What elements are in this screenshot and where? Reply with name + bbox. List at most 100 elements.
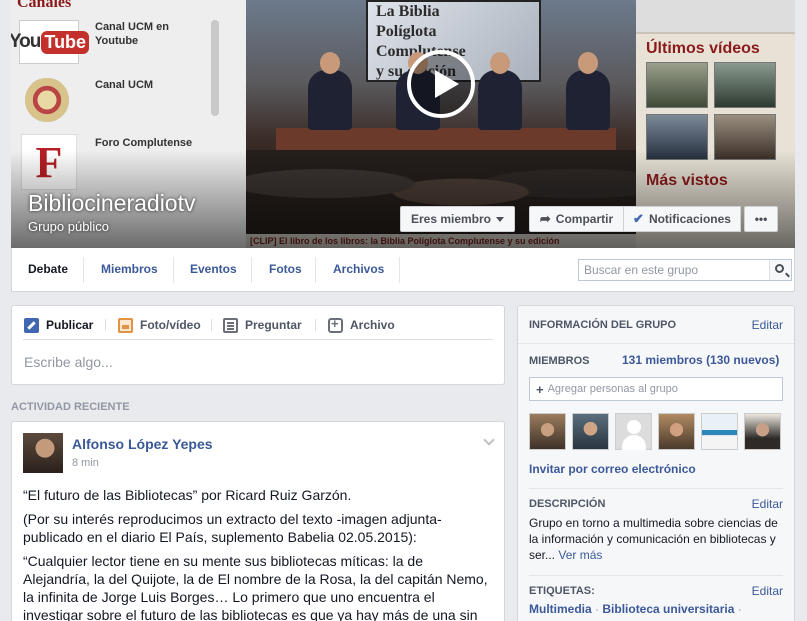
tab-divider: [83, 257, 84, 283]
video-speaker: [566, 52, 610, 130]
composer-tab-label: Archivo: [350, 318, 395, 332]
group-name[interactable]: Bibliocineradiotv: [28, 190, 195, 217]
feed-post: Alfonso López Yepes 8 min “El futuro de …: [11, 421, 505, 621]
tags-label: ETIQUETAS:: [529, 585, 595, 597]
group-privacy-label: Grupo público: [28, 219, 109, 234]
latest-videos-thumbnails: [636, 58, 795, 164]
add-people-placeholder: Agregar personas al grupo: [547, 383, 678, 395]
member-avatar[interactable]: [529, 413, 566, 450]
most-viewed-heading: Más vistos: [646, 172, 728, 189]
video-thumbnail[interactable]: [646, 62, 708, 108]
add-file-icon: [328, 316, 343, 333]
avatar[interactable]: [23, 433, 63, 473]
cover-video[interactable]: La Biblia Políglota Complutense y su edi…: [246, 0, 636, 234]
member-avatar[interactable]: [572, 413, 609, 450]
section-divider: [529, 488, 783, 489]
play-icon[interactable]: [407, 50, 475, 118]
group-search: [578, 259, 792, 281]
members-count[interactable]: 131 miembros (130 nuevos): [622, 353, 779, 367]
share-button[interactable]: ➦ Compartir: [529, 206, 624, 232]
tab-events[interactable]: Eventos: [190, 262, 237, 276]
group-cover: Canales You Tube Canal UCM en Youtube Can…: [11, 0, 795, 248]
share-icon: ➦: [539, 211, 551, 226]
tag-list: Multimedia · Biblioteca universitaria ·: [529, 602, 742, 616]
video-thumbnail[interactable]: [714, 62, 776, 108]
group-info-header: INFORMACIÓN DEL GRUPO Editar: [518, 306, 794, 344]
ucm-seal-logo: [25, 78, 69, 122]
more-options-button[interactable]: •••: [744, 206, 778, 232]
search-button[interactable]: [769, 260, 791, 280]
add-people-input[interactable]: + Agregar personas al grupo: [529, 377, 783, 401]
latest-videos-heading: Últimos vídeos: [646, 40, 760, 57]
channel-youtube-label: Canal UCM en Youtube: [95, 21, 169, 47]
channel-ucm-label: Canal UCM: [95, 79, 154, 91]
invite-by-email-link[interactable]: Invitar por correo electrónico: [529, 462, 696, 476]
search-input[interactable]: [579, 260, 767, 280]
composer-tab-post[interactable]: Publicar: [24, 316, 93, 334]
member-thumbnails: [529, 413, 781, 450]
channels-scrollbar[interactable]: [211, 20, 219, 116]
youtube-logo: You Tube: [11, 20, 90, 64]
members-count-total[interactable]: 131 miembros: [622, 353, 703, 367]
section-divider: [529, 575, 783, 576]
tab-debate[interactable]: Debate: [28, 262, 68, 276]
tag-link[interactable]: Multimedia: [529, 602, 592, 616]
tag-link[interactable]: Biblioteca universitaria: [602, 602, 734, 616]
channel-foro-label: Foro Complutense: [95, 137, 193, 149]
member-avatar[interactable]: [701, 413, 738, 450]
post-body: “El futuro de las Bibliotecas” por Ricar…: [23, 486, 493, 621]
channels-heading: Canales: [17, 0, 72, 11]
composer-tab-label: Foto/vídeo: [140, 318, 201, 332]
members-count-new[interactable]: (130 nuevos): [706, 353, 779, 367]
group-description: Grupo en torno a multimedia sobre cienci…: [529, 515, 779, 563]
member-avatar[interactable]: [658, 413, 695, 450]
tag-separator: ·: [737, 602, 742, 616]
post-paragraph: (Por su interés reproducimos un extracto…: [23, 511, 442, 545]
members-label: MIEMBROS: [529, 355, 590, 367]
composer-tab-photo-video[interactable]: Foto/vídeo: [118, 316, 201, 334]
see-more-link[interactable]: Ver más: [558, 548, 602, 562]
pencil-icon: [24, 317, 39, 333]
tab-photos[interactable]: Fotos: [269, 262, 302, 276]
notifications-button[interactable]: ✔ Notificaciones: [623, 206, 741, 232]
group-tabs-bar: Debate Miembros Eventos Fotos Archivos: [11, 248, 795, 292]
edit-group-info-link[interactable]: Editar: [752, 318, 783, 332]
member-button-label: Eres miembro: [410, 212, 492, 226]
photo-icon: [118, 317, 133, 333]
edit-description-link[interactable]: Editar: [752, 497, 783, 511]
recent-activity-heading: ACTIVIDAD RECIENTE: [11, 401, 130, 413]
composer-tab-label: Publicar: [46, 318, 94, 332]
post-author[interactable]: Alfonso López Yepes: [72, 436, 213, 452]
video-thumbnail[interactable]: [714, 114, 776, 160]
description-label: DESCRIPCIÓN: [529, 498, 606, 510]
share-button-label: Compartir: [555, 212, 614, 226]
tab-files[interactable]: Archivos: [333, 262, 384, 276]
checkmark-icon: ✔: [633, 211, 644, 226]
ellipsis-icon: •••: [754, 212, 768, 226]
video-thumbnail[interactable]: [646, 114, 708, 160]
member-avatar[interactable]: [744, 413, 781, 450]
composer-divider: [211, 319, 212, 331]
tab-divider: [173, 257, 174, 283]
group-info-panel: INFORMACIÓN DEL GRUPO Editar MIEMBROS 13…: [517, 305, 795, 621]
tab-divider: [399, 257, 400, 283]
member-button[interactable]: Eres miembro: [400, 206, 515, 232]
search-icon: [775, 264, 784, 273]
edit-tags-link[interactable]: Editar: [752, 584, 783, 598]
composer-tab-file[interactable]: Archivo: [328, 316, 395, 334]
composer-tab-ask[interactable]: Preguntar: [223, 316, 302, 334]
video-caption: [CLIP] El libro de los libros: la Biblia…: [246, 234, 636, 248]
cover-right-banner: [636, 0, 795, 34]
tab-divider: [251, 257, 252, 283]
post-timestamp[interactable]: 8 min: [72, 457, 99, 469]
member-avatar-placeholder[interactable]: [615, 413, 652, 450]
composer-text-input[interactable]: Escribe algo...: [24, 354, 113, 370]
tab-members[interactable]: Miembros: [101, 262, 158, 276]
plus-icon: +: [536, 381, 544, 397]
question-list-icon: [223, 317, 238, 333]
chevron-down-icon[interactable]: [483, 434, 495, 446]
composer-divider: [105, 319, 106, 331]
tab-divider: [315, 257, 316, 283]
group-info-heading: INFORMACIÓN DEL GRUPO: [529, 319, 677, 331]
notifications-button-label: Notificaciones: [648, 212, 731, 226]
